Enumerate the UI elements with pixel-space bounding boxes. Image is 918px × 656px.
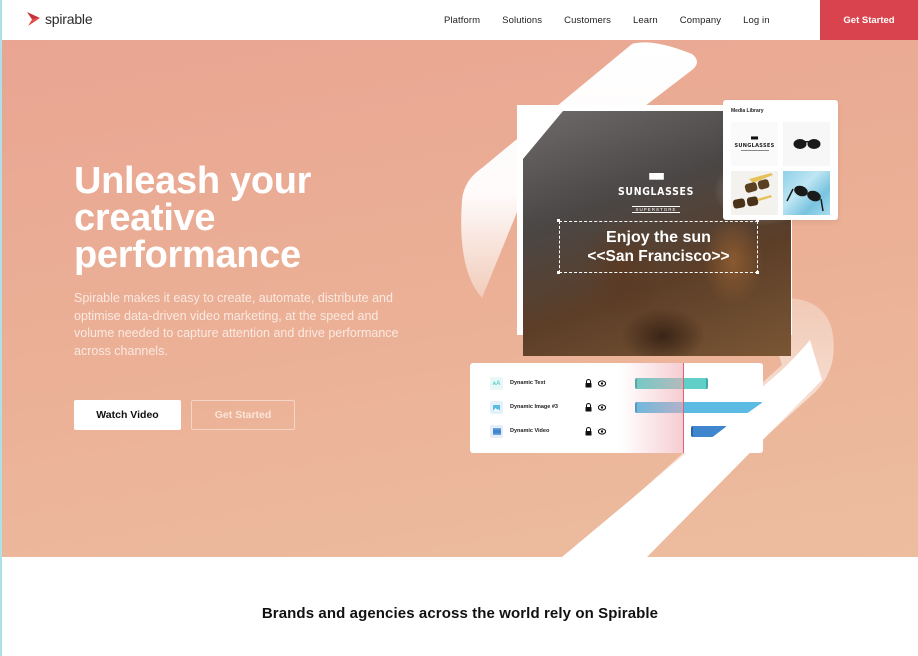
hero-description: Spirable makes it easy to create, automa… [74,291,399,358]
sunglasses-icon [732,173,773,209]
playhead[interactable] [683,363,684,453]
layer-timeline-panel: ᴀA Dynamic Text Dynamic Image #3 Dynamic… [470,363,763,453]
nav-link-company[interactable]: Company [680,15,721,26]
preview-dynamic-location: <<San Francisco>> [587,248,730,265]
sunglasses-icon: ▀▀ [649,174,664,186]
nav-link-customers[interactable]: Customers [564,15,611,26]
sunglasses-icon [786,185,824,212]
brands-section-title: Brands and agencies across the world rel… [261,605,659,622]
media-thumb-black-sunglasses[interactable] [783,122,830,166]
sunglasses-icon [793,139,820,149]
preview-brand-name: SUNGLASSES [618,185,694,198]
top-nav: spirable Platform Solutions Customers Le… [2,0,918,40]
lock-icon[interactable] [585,379,592,388]
nav-link-login[interactable]: Log in [743,15,769,26]
eye-icon[interactable] [598,428,606,435]
lock-icon[interactable] [585,403,592,412]
preview-headline: Enjoy the sun [606,229,711,246]
media-thumb-tortoise-sunglasses[interactable] [731,171,778,215]
preview-brand-sub: SUPERSTORE [631,206,681,213]
nav-link-platform[interactable]: Platform [444,15,480,26]
nav-link-learn[interactable]: Learn [633,15,658,26]
lock-icon[interactable] [585,427,592,436]
layer-bar[interactable] [635,402,763,413]
image-icon [490,401,503,414]
resize-handle-bl[interactable] [557,271,560,274]
video-icon [490,425,503,438]
editable-text-box[interactable]: Enjoy the sun <<San Francisco>> [559,221,758,273]
logo-text: spirable [45,11,93,27]
resize-handle-br[interactable] [756,271,759,274]
media-thumb-logo[interactable]: ▀▀ SUNGLASSES [731,122,778,166]
logo[interactable]: spirable [26,11,93,27]
layer-bar[interactable] [635,378,708,389]
media-library-title: Media Library [731,108,764,114]
timeline-row[interactable]: Dynamic Video [470,425,763,439]
layer-bar[interactable] [691,426,727,437]
hero-title: Unleash your creative performance [74,160,312,276]
media-thumb-pool-sunglasses[interactable] [783,171,830,215]
nav-links: Platform Solutions Customers Learn Compa… [444,0,770,40]
layer-label: Dynamic Image #3 [510,404,558,410]
watch-video-button[interactable]: Watch Video [74,400,181,430]
eye-icon[interactable] [598,404,606,411]
resize-handle-tl[interactable] [557,219,560,222]
spirable-logo-icon [27,12,40,26]
hero-get-started-button[interactable]: Get Started [191,400,295,430]
layer-label: Dynamic Video [510,428,550,434]
nav-link-solutions[interactable]: Solutions [502,15,542,26]
timeline-row[interactable]: Dynamic Image #3 [470,401,763,415]
nav-get-started-button[interactable]: Get Started [820,0,918,40]
thumb-brand-name: SUNGLASSES [734,142,775,149]
eye-icon[interactable] [598,380,606,387]
preview-brand-logo: ▀▀ SUNGLASSES SUPERSTORE [606,175,706,216]
thumb-divider [740,149,769,151]
text-size-icon: ᴀA [490,377,503,390]
layer-label: Dynamic Text [510,380,546,386]
timeline-row[interactable]: ᴀA Dynamic Text [470,377,763,391]
